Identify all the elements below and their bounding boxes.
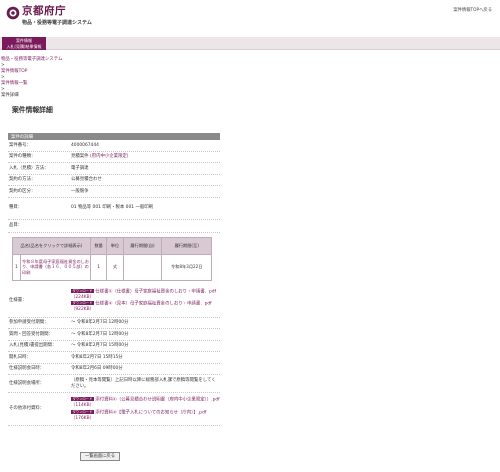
detail-key: 仕様説明会場所： — [9, 380, 45, 386]
back-to-list-button[interactable]: 一覧画面に戻る — [80, 452, 120, 461]
detail-value-text: 公募見積合わせ — [71, 177, 102, 182]
col-item-name: 品名(品名をクリックで詳細表示) — [12, 236, 91, 255]
detail-key: 質問・回答受付期間： — [9, 331, 53, 337]
detail-value-text: ～ 令和8年2月7日 12時00分 — [71, 331, 129, 337]
detail-row: 仕様書： ダウンロード 仕様書①（仕様書）母子家庭福祉資金のしおり・申請書．pdf（… — [8, 285, 220, 318]
detail-row: 案件番号： 4000067444 — [8, 140, 220, 152]
detail-value: 一般競争 — [71, 189, 220, 195]
item-period-to: 令和8年3月22日 — [161, 253, 212, 281]
detail-value: ダウンロード 添付資料①（公募見積合わせ説明書（府内中小企業限定））.pdf（11… — [71, 396, 220, 422]
detail-row: 入札(見積)書提出期間： ～ 令和8年2月7日 15時00分 — [8, 341, 220, 353]
detail-row: 質問・回答受付期間： ～ 令和8年2月7日 12時00分 — [8, 329, 220, 341]
detail-value-text: 電子調達 — [71, 165, 89, 171]
detail-value: ～ 令和8年2月7日 15時00分 — [71, 343, 220, 349]
detail-key: その他添付資料： — [9, 406, 45, 412]
col-unit: 単位 — [106, 236, 124, 255]
detail-key: 仕様書： — [9, 297, 27, 303]
attachment-item: ダウンロード 添付資料①（公募見積合わせ説明書（府内中小企業限定））.pdf（11… — [71, 397, 220, 409]
download-badge[interactable]: ダウンロード — [71, 397, 94, 402]
detail-key: 案件の種類： — [9, 154, 36, 159]
detail-row: 仕様説明会場所： （原稿・見本等閲覧）上記日時以降に総務部入札課で原稿等閲覧をして… — [8, 375, 220, 394]
detail-value-text: 4000067444 — [71, 142, 99, 148]
detail-section: 案件の詳細 案件番号： 4000067444 案件の種類： 見積案件 (府内中小企業限… — [8, 133, 220, 427]
detail-row: 仕様説明会日時： 令和8年2月6日 09時00分 — [8, 364, 220, 376]
download-badge[interactable]: ダウンロード — [71, 288, 94, 293]
table-row: 1 令和８年度母子家庭福祉資金のしおり、申請書（各１６、００５部）の印刷 1 式… — [12, 253, 212, 281]
detail-value: 電子調達 — [71, 166, 220, 172]
detail-row: 契約の方法： 公募見積合わせ — [8, 175, 220, 186]
detail-value-text: ～ 令和8年2月7日 12時00分 — [71, 320, 129, 326]
page-header: 京都府庁 物品・役務等電子調達システム 案件情報TOPへ戻る — [0, 0, 500, 34]
detail-value-text: 令和8年2月7日 15時15分 — [71, 354, 123, 360]
detail-key: 品目： — [9, 222, 23, 228]
items-table: 品名(品名をクリックで詳細表示) 数量 単位 履行期間(自) 履行期間(至) 1… — [12, 236, 212, 281]
detail-key: 参加申請受付期間： — [9, 320, 49, 326]
detail-key: 契約の区分： — [9, 188, 36, 194]
item-unit: 式 — [106, 253, 124, 281]
detail-row: 品目： — [8, 220, 220, 233]
breadcrumb-system[interactable]: 物品・役務等電子調達システム — [1, 57, 62, 63]
col-period-from: 履行期間(自) — [122, 236, 163, 255]
detail-key: 仕様説明会日時： — [9, 366, 45, 372]
detail-value-text: 令和8年2月6日 09時00分 — [71, 366, 123, 372]
attachment-item: ダウンロード 仕様書①（仕様書）母子家庭福祉資金のしおり・申請書．pdf（224K… — [71, 288, 220, 301]
site-logo-title: 京都府庁 — [22, 5, 66, 17]
attachment-item: ダウンロード 添付資料②【電子入札についてのお知らせ（庁内）】.pdf（176KB… — [71, 409, 220, 422]
detail-value: 令和8年2月7日 15時15分 — [71, 355, 220, 361]
download-badge[interactable]: ダウンロード — [71, 301, 94, 306]
detail-row: 入札（見積）方法： 電子調達 — [8, 163, 220, 175]
item-period-from — [122, 253, 163, 281]
detail-value: 01 物品等 001 印刷・製本 001 一般印刷 — [71, 205, 220, 211]
detail-value: 令和8年2月6日 09時00分 — [71, 366, 220, 372]
breadcrumb-current: 案件詳細 — [1, 93, 19, 98]
detail-value: ～ 令和8年2月7日 12時00分 — [71, 332, 220, 338]
detail-value: ダウンロード 仕様書①（仕様書）母子家庭福祉資金のしおり・申請書．pdf（224K… — [71, 288, 220, 314]
row-number: 1 — [12, 253, 21, 281]
detail-row: 参加申請受付期間： ～ 令和8年2月7日 12時00分 — [8, 318, 220, 330]
detail-key: 入札(見積)書提出期間： — [9, 343, 57, 349]
detail-row: 案件の種類： 見積案件 (府内中小企業限定) — [8, 152, 220, 163]
detail-value-text: ～ 令和8年2月7日 15時00分 — [71, 343, 129, 349]
col-qty: 数量 — [89, 236, 108, 255]
page-title: 案件情報詳細 — [12, 106, 53, 114]
detail-key: 入札（見積）方法： — [9, 165, 49, 171]
download-badge[interactable]: ダウンロード — [71, 409, 94, 414]
detail-value: 公募見積合わせ — [71, 177, 220, 183]
global-nav: 案件情報 入札(見積)結果情報 — [0, 37, 500, 50]
detail-value-text: 01 物品等 001 印刷・製本 001 一般印刷 — [71, 205, 154, 211]
tab-label-2: 入札(見積)結果情報 — [6, 43, 42, 49]
detail-value-text: 見積案件 — [71, 154, 90, 159]
detail-value-text: （原稿・見本等閲覧）上記日時以降に総務部入札課で原稿等閲覧をしてください。 — [71, 378, 216, 389]
detail-key: 開札日時： — [9, 354, 31, 360]
section-heading: 案件の詳細 — [8, 133, 220, 140]
detail-value: ～ 令和8年2月7日 12時00分 — [71, 320, 220, 326]
tab-project-info[interactable]: 案件情報 入札(見積)結果情報 — [2, 37, 46, 50]
kyoto-crest-icon — [6, 6, 20, 20]
detail-value-text: 一般競争 — [71, 188, 89, 194]
site-logo-subtitle: 物品・役務等電子調達システム — [22, 20, 92, 26]
attachment-item: ダウンロード 仕様書②（見本）母子家庭福祉資金のしおり・申請書．pdf（922KB… — [71, 301, 220, 313]
detail-key: 案件番号： — [9, 142, 31, 148]
detail-value-link[interactable]: (府内中小企業限定) — [90, 154, 129, 159]
detail-row: 種目： 01 物品等 001 印刷・製本 001 一般印刷 — [8, 198, 220, 220]
breadcrumb: 物品・役務等電子調達システム > 案件情報TOP > 案件情報一覧 > 案件詳細 — [1, 57, 62, 99]
item-qty: 1 — [89, 253, 108, 281]
detail-value: 見積案件 (府内中小企業限定) — [71, 154, 220, 160]
detail-key: 契約の方法： — [9, 177, 36, 182]
detail-row: 開札日時： 令和8年2月7日 15時15分 — [8, 352, 220, 364]
item-name-link[interactable]: 令和８年度母子家庭福祉資金のしおり、申請書（各１６、００５部）の印刷 — [22, 259, 89, 275]
detail-row: その他添付資料： ダウンロード 添付資料①（公募見積合わせ説明書（府内中小企業限定）… — [8, 393, 220, 427]
detail-value: 4000067444 — [71, 143, 220, 149]
detail-value: （原稿・見本等閲覧）上記日時以降に総務部入札課で原稿等閲覧をしてください。 — [71, 378, 220, 389]
detail-key: 種目： — [9, 205, 23, 211]
detail-row: 契約の区分： 一般競争 — [8, 186, 220, 198]
col-period-to: 履行期間(至) — [161, 236, 212, 255]
back-to-top-link[interactable]: 案件情報TOPへ戻る — [453, 8, 492, 13]
